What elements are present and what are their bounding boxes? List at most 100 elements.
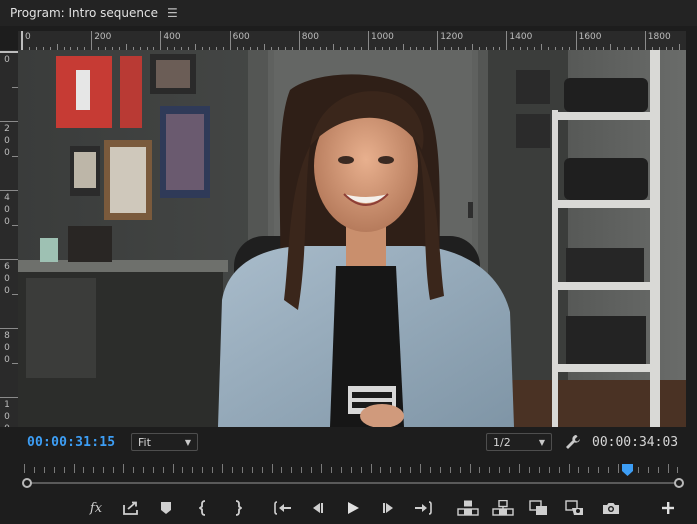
add-marker-icon[interactable] <box>153 496 179 520</box>
time-ruler-tick <box>33 467 35 473</box>
time-ruler-tick <box>509 467 511 473</box>
time-ruler-tick <box>410 467 412 473</box>
step-back-icon[interactable] <box>304 496 330 520</box>
hamburger-icon[interactable]: ☰ <box>167 7 178 19</box>
ruler-tick <box>368 31 369 50</box>
ruler-tick <box>0 121 18 122</box>
panel-header: Program: Intro sequence ☰ <box>0 0 697 26</box>
time-ruler-tick <box>83 467 85 473</box>
current-timecode[interactable]: 00:00:31:15 <box>27 435 115 450</box>
insert-icon[interactable] <box>455 496 481 520</box>
ruler-label: 200 <box>4 124 10 158</box>
chevron-down-icon: ▼ <box>184 437 191 447</box>
mark-in-icon[interactable] <box>191 496 217 520</box>
fx-label: fx <box>89 500 103 516</box>
play-icon[interactable] <box>340 496 366 520</box>
zoom-scroll-bar[interactable] <box>27 482 679 484</box>
time-ruler-tick <box>647 467 649 473</box>
time-ruler-tick <box>43 467 45 473</box>
time-ruler-tick <box>330 467 332 473</box>
video-frame-image <box>18 50 686 427</box>
time-ruler-tick <box>380 467 382 473</box>
ruler-label: 800 <box>4 331 10 365</box>
time-ruler-tick <box>598 467 600 473</box>
time-ruler-tick <box>538 467 540 473</box>
add-button-icon[interactable] <box>655 496 681 520</box>
time-ruler-tick <box>350 467 352 473</box>
ruler-tick <box>506 31 508 50</box>
time-ruler-tick <box>370 464 372 473</box>
step-forward-icon[interactable] <box>376 496 402 520</box>
playback-resolution-dropdown[interactable]: 1/2 ▼ <box>486 433 552 451</box>
time-ruler-tick <box>251 467 253 473</box>
time-ruler-tick <box>53 467 55 473</box>
mark-out-icon[interactable] <box>224 496 250 520</box>
time-ruler-tick <box>63 467 65 473</box>
time-ruler-tick <box>152 467 154 473</box>
time-ruler-tick <box>449 467 451 473</box>
playback-resolution-value: 1/2 <box>493 435 511 449</box>
time-ruler-tick <box>637 467 639 473</box>
time-ruler-tick <box>24 464 25 473</box>
fx-icon[interactable]: fx <box>83 496 109 520</box>
time-ruler-tick <box>311 467 313 473</box>
vertical-ruler: 0 200 400 600 800 100 <box>0 50 18 427</box>
time-ruler-tick <box>429 467 431 473</box>
time-ruler-tick <box>459 467 461 473</box>
time-ruler-tick <box>400 467 402 473</box>
time-ruler-tick <box>677 467 679 473</box>
ruler-tick <box>0 259 18 260</box>
time-ruler-tick <box>420 464 421 473</box>
time-ruler-tick <box>202 467 204 473</box>
time-ruler-tick <box>578 467 580 473</box>
time-ruler-tick <box>301 467 303 473</box>
ruler-edge-marker <box>21 31 23 50</box>
zoom-level-dropdown[interactable]: Fit ▼ <box>131 433 198 451</box>
time-ruler-tick <box>241 467 243 473</box>
time-ruler-tick <box>281 467 283 473</box>
time-ruler-tick <box>340 467 342 473</box>
time-ruler-tick <box>608 467 610 473</box>
playhead-icon[interactable] <box>622 461 634 476</box>
time-ruler-tick <box>469 464 471 473</box>
ruler-label: 600 <box>232 32 250 42</box>
time-ruler-tick <box>132 467 134 473</box>
ruler-label: 400 <box>163 32 181 42</box>
camera-icon[interactable] <box>598 496 624 520</box>
time-ruler-tick <box>222 464 223 473</box>
time-ruler-tick <box>519 464 520 473</box>
zoom-scroll-handle-left[interactable] <box>22 478 32 488</box>
time-bar: 00:00:31:15 Fit ▼ 1/2 ▼ 00:00:34:03 <box>0 427 697 457</box>
wrench-icon[interactable] <box>563 432 583 452</box>
ruler-tick <box>0 190 18 191</box>
time-ruler-tick <box>528 467 530 473</box>
ruler-label: 0 <box>4 55 10 65</box>
time-ruler-tick <box>489 467 491 473</box>
ruler-edge-marker <box>0 51 18 53</box>
time-ruler-tick <box>479 467 481 473</box>
time-ruler-tick <box>123 464 124 473</box>
time-ruler-tick <box>192 467 194 473</box>
time-ruler-tick <box>182 467 184 473</box>
time-ruler-tick <box>162 467 164 473</box>
go-to-in-icon[interactable] <box>270 496 296 520</box>
zoom-scroll-handle-right[interactable] <box>674 478 684 488</box>
chevron-down-icon: ▼ <box>538 437 545 447</box>
comparison-view-icon[interactable] <box>526 496 552 520</box>
overwrite-icon[interactable] <box>490 496 516 520</box>
time-ruler-ticks <box>20 463 680 475</box>
export-frame-icon[interactable] <box>118 496 144 520</box>
ruler-tick <box>0 328 18 329</box>
ruler-tick <box>437 31 439 50</box>
time-ruler-tick <box>548 467 550 473</box>
go-to-out-icon[interactable] <box>410 496 436 520</box>
ruler-tick <box>298 31 300 50</box>
time-ruler[interactable] <box>20 459 684 493</box>
ruler-tick <box>0 397 18 398</box>
ruler-tick <box>644 31 646 50</box>
time-ruler-tick <box>439 467 441 473</box>
vr-video-icon[interactable] <box>562 496 588 520</box>
ruler-tick <box>160 31 162 50</box>
time-ruler-tick <box>231 467 233 473</box>
program-monitor-video[interactable] <box>18 50 686 427</box>
